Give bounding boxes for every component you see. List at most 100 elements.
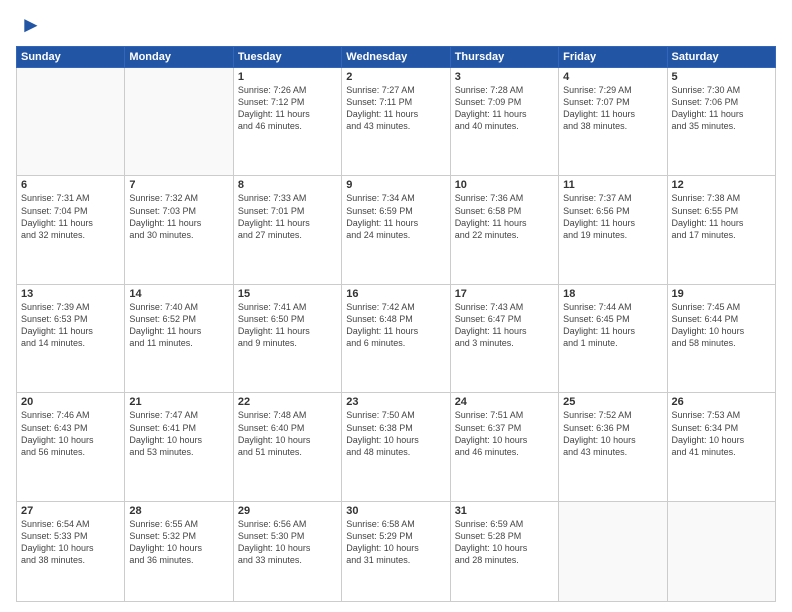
calendar-cell: 15Sunrise: 7:41 AM Sunset: 6:50 PM Dayli… xyxy=(233,284,341,392)
day-number: 15 xyxy=(238,288,337,300)
day-number: 24 xyxy=(455,396,554,408)
calendar-cell: 24Sunrise: 7:51 AM Sunset: 6:37 PM Dayli… xyxy=(450,393,558,501)
day-info: Sunrise: 7:46 AM Sunset: 6:43 PM Dayligh… xyxy=(21,409,120,458)
calendar-cell: 7Sunrise: 7:32 AM Sunset: 7:03 PM Daylig… xyxy=(125,176,233,284)
calendar-cell: 9Sunrise: 7:34 AM Sunset: 6:59 PM Daylig… xyxy=(342,176,450,284)
day-number: 1 xyxy=(238,71,337,83)
day-number: 27 xyxy=(21,505,120,517)
day-number: 18 xyxy=(563,288,662,300)
day-info: Sunrise: 7:38 AM Sunset: 6:55 PM Dayligh… xyxy=(672,192,771,241)
calendar-cell: 29Sunrise: 6:56 AM Sunset: 5:30 PM Dayli… xyxy=(233,501,341,601)
calendar-cell: 19Sunrise: 7:45 AM Sunset: 6:44 PM Dayli… xyxy=(667,284,775,392)
day-header-monday: Monday xyxy=(125,47,233,68)
calendar-cell: 6Sunrise: 7:31 AM Sunset: 7:04 PM Daylig… xyxy=(17,176,125,284)
day-header-thursday: Thursday xyxy=(450,47,558,68)
day-info: Sunrise: 7:27 AM Sunset: 7:11 PM Dayligh… xyxy=(346,84,445,133)
day-info: Sunrise: 7:51 AM Sunset: 6:37 PM Dayligh… xyxy=(455,409,554,458)
day-number: 7 xyxy=(129,179,228,191)
calendar-week-row: 27Sunrise: 6:54 AM Sunset: 5:33 PM Dayli… xyxy=(17,501,776,601)
calendar-cell: 20Sunrise: 7:46 AM Sunset: 6:43 PM Dayli… xyxy=(17,393,125,501)
day-number: 30 xyxy=(346,505,445,517)
day-info: Sunrise: 7:39 AM Sunset: 6:53 PM Dayligh… xyxy=(21,301,120,350)
day-info: Sunrise: 7:50 AM Sunset: 6:38 PM Dayligh… xyxy=(346,409,445,458)
calendar-cell: 28Sunrise: 6:55 AM Sunset: 5:32 PM Dayli… xyxy=(125,501,233,601)
calendar-cell: 3Sunrise: 7:28 AM Sunset: 7:09 PM Daylig… xyxy=(450,68,558,176)
day-number: 31 xyxy=(455,505,554,517)
day-info: Sunrise: 7:36 AM Sunset: 6:58 PM Dayligh… xyxy=(455,192,554,241)
calendar-cell: 13Sunrise: 7:39 AM Sunset: 6:53 PM Dayli… xyxy=(17,284,125,392)
day-info: Sunrise: 7:28 AM Sunset: 7:09 PM Dayligh… xyxy=(455,84,554,133)
calendar-week-row: 13Sunrise: 7:39 AM Sunset: 6:53 PM Dayli… xyxy=(17,284,776,392)
day-number: 3 xyxy=(455,71,554,83)
day-info: Sunrise: 7:47 AM Sunset: 6:41 PM Dayligh… xyxy=(129,409,228,458)
calendar-cell: 14Sunrise: 7:40 AM Sunset: 6:52 PM Dayli… xyxy=(125,284,233,392)
day-number: 19 xyxy=(672,288,771,300)
day-info: Sunrise: 7:30 AM Sunset: 7:06 PM Dayligh… xyxy=(672,84,771,133)
calendar-week-row: 6Sunrise: 7:31 AM Sunset: 7:04 PM Daylig… xyxy=(17,176,776,284)
day-number: 16 xyxy=(346,288,445,300)
day-number: 13 xyxy=(21,288,120,300)
day-number: 17 xyxy=(455,288,554,300)
calendar-cell: 17Sunrise: 7:43 AM Sunset: 6:47 PM Dayli… xyxy=(450,284,558,392)
calendar-cell xyxy=(17,68,125,176)
day-header-friday: Friday xyxy=(559,47,667,68)
day-number: 29 xyxy=(238,505,337,517)
day-info: Sunrise: 6:56 AM Sunset: 5:30 PM Dayligh… xyxy=(238,518,337,567)
day-info: Sunrise: 7:40 AM Sunset: 6:52 PM Dayligh… xyxy=(129,301,228,350)
calendar-header-row: SundayMondayTuesdayWednesdayThursdayFrid… xyxy=(17,47,776,68)
day-header-wednesday: Wednesday xyxy=(342,47,450,68)
calendar-cell: 5Sunrise: 7:30 AM Sunset: 7:06 PM Daylig… xyxy=(667,68,775,176)
day-info: Sunrise: 7:37 AM Sunset: 6:56 PM Dayligh… xyxy=(563,192,662,241)
calendar-table: SundayMondayTuesdayWednesdayThursdayFrid… xyxy=(16,46,776,602)
day-number: 6 xyxy=(21,179,120,191)
calendar-cell: 18Sunrise: 7:44 AM Sunset: 6:45 PM Dayli… xyxy=(559,284,667,392)
calendar-cell xyxy=(125,68,233,176)
day-info: Sunrise: 6:58 AM Sunset: 5:29 PM Dayligh… xyxy=(346,518,445,567)
calendar-cell: 25Sunrise: 7:52 AM Sunset: 6:36 PM Dayli… xyxy=(559,393,667,501)
calendar-cell xyxy=(559,501,667,601)
day-number: 25 xyxy=(563,396,662,408)
logo: ► xyxy=(16,12,42,38)
calendar-cell: 22Sunrise: 7:48 AM Sunset: 6:40 PM Dayli… xyxy=(233,393,341,501)
day-info: Sunrise: 7:29 AM Sunset: 7:07 PM Dayligh… xyxy=(563,84,662,133)
calendar-cell: 30Sunrise: 6:58 AM Sunset: 5:29 PM Dayli… xyxy=(342,501,450,601)
day-info: Sunrise: 7:52 AM Sunset: 6:36 PM Dayligh… xyxy=(563,409,662,458)
calendar-week-row: 20Sunrise: 7:46 AM Sunset: 6:43 PM Dayli… xyxy=(17,393,776,501)
day-info: Sunrise: 7:43 AM Sunset: 6:47 PM Dayligh… xyxy=(455,301,554,350)
calendar-cell: 2Sunrise: 7:27 AM Sunset: 7:11 PM Daylig… xyxy=(342,68,450,176)
day-header-saturday: Saturday xyxy=(667,47,775,68)
calendar-cell: 21Sunrise: 7:47 AM Sunset: 6:41 PM Dayli… xyxy=(125,393,233,501)
header: ► xyxy=(16,12,776,38)
day-info: Sunrise: 7:41 AM Sunset: 6:50 PM Dayligh… xyxy=(238,301,337,350)
day-info: Sunrise: 6:59 AM Sunset: 5:28 PM Dayligh… xyxy=(455,518,554,567)
day-number: 8 xyxy=(238,179,337,191)
calendar-cell: 26Sunrise: 7:53 AM Sunset: 6:34 PM Dayli… xyxy=(667,393,775,501)
calendar-cell: 1Sunrise: 7:26 AM Sunset: 7:12 PM Daylig… xyxy=(233,68,341,176)
day-header-sunday: Sunday xyxy=(17,47,125,68)
day-info: Sunrise: 7:53 AM Sunset: 6:34 PM Dayligh… xyxy=(672,409,771,458)
calendar-cell: 4Sunrise: 7:29 AM Sunset: 7:07 PM Daylig… xyxy=(559,68,667,176)
calendar-cell: 16Sunrise: 7:42 AM Sunset: 6:48 PM Dayli… xyxy=(342,284,450,392)
day-number: 10 xyxy=(455,179,554,191)
day-number: 26 xyxy=(672,396,771,408)
day-info: Sunrise: 7:33 AM Sunset: 7:01 PM Dayligh… xyxy=(238,192,337,241)
day-info: Sunrise: 7:32 AM Sunset: 7:03 PM Dayligh… xyxy=(129,192,228,241)
calendar-cell: 31Sunrise: 6:59 AM Sunset: 5:28 PM Dayli… xyxy=(450,501,558,601)
day-info: Sunrise: 6:54 AM Sunset: 5:33 PM Dayligh… xyxy=(21,518,120,567)
logo-bird-icon: ► xyxy=(20,12,42,38)
calendar-cell: 12Sunrise: 7:38 AM Sunset: 6:55 PM Dayli… xyxy=(667,176,775,284)
day-number: 9 xyxy=(346,179,445,191)
day-info: Sunrise: 7:42 AM Sunset: 6:48 PM Dayligh… xyxy=(346,301,445,350)
day-number: 28 xyxy=(129,505,228,517)
calendar-cell: 27Sunrise: 6:54 AM Sunset: 5:33 PM Dayli… xyxy=(17,501,125,601)
calendar-cell: 8Sunrise: 7:33 AM Sunset: 7:01 PM Daylig… xyxy=(233,176,341,284)
day-info: Sunrise: 7:44 AM Sunset: 6:45 PM Dayligh… xyxy=(563,301,662,350)
day-info: Sunrise: 6:55 AM Sunset: 5:32 PM Dayligh… xyxy=(129,518,228,567)
day-number: 14 xyxy=(129,288,228,300)
day-info: Sunrise: 7:45 AM Sunset: 6:44 PM Dayligh… xyxy=(672,301,771,350)
page: ► SundayMondayTuesdayWednesdayThursdayFr… xyxy=(0,0,792,612)
day-number: 23 xyxy=(346,396,445,408)
calendar-cell: 10Sunrise: 7:36 AM Sunset: 6:58 PM Dayli… xyxy=(450,176,558,284)
day-number: 22 xyxy=(238,396,337,408)
day-number: 5 xyxy=(672,71,771,83)
